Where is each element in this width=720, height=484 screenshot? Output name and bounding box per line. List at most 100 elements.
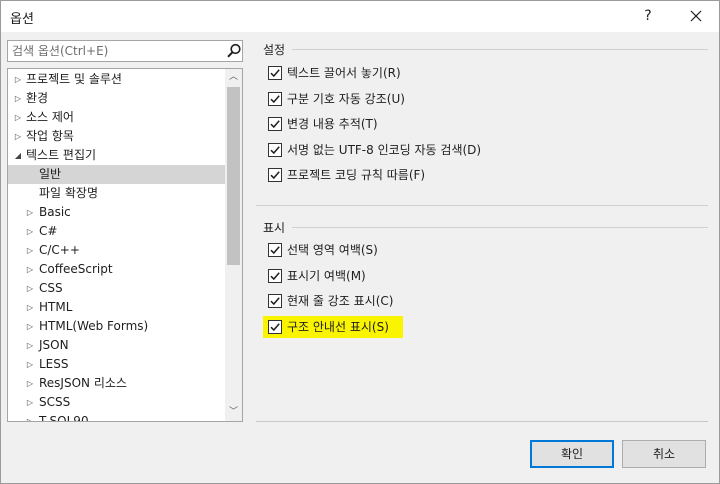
checkmark-icon: [270, 271, 280, 280]
checkmark-icon: [270, 322, 280, 331]
checkbox[interactable]: [268, 243, 282, 257]
tree-item[interactable]: ▷ CSS: [8, 279, 225, 298]
tree-item[interactable]: ▷ 환경: [8, 89, 225, 108]
tree-item-label: 파일 확장명: [39, 186, 99, 200]
collapsed-arrow-icon[interactable]: ▷: [13, 127, 23, 146]
tree-item[interactable]: ▷ C/C++: [8, 241, 225, 260]
collapsed-arrow-icon[interactable]: ▷: [25, 355, 35, 374]
checkmark-icon: [270, 120, 280, 129]
tree-item[interactable]: ▷ LESS: [8, 355, 225, 374]
checkbox[interactable]: [268, 168, 282, 182]
checkmark-icon: [270, 246, 280, 255]
tree-item[interactable]: ▷ JSON: [8, 336, 225, 355]
option-label: 프로젝트 코딩 규칙 따름(F): [287, 168, 426, 182]
settings-group-title: 설정: [263, 43, 286, 57]
tree-item-label: HTML: [39, 300, 73, 314]
tree-item-label: T-SQL90: [39, 414, 89, 422]
tree-item[interactable]: 파일 확장명: [8, 184, 225, 203]
title-bar: 옵션 ?: [0, 0, 720, 32]
tree-item[interactable]: ▷ SCSS: [8, 393, 225, 412]
collapsed-arrow-icon[interactable]: ▷: [25, 222, 35, 241]
checkbox[interactable]: [268, 294, 282, 308]
checkbox[interactable]: [268, 319, 282, 334]
tree-scrollbar[interactable]: ︿ ﹀: [225, 69, 242, 421]
close-icon[interactable]: [686, 6, 706, 26]
collapsed-arrow-icon[interactable]: ▷: [25, 241, 35, 260]
search-icon[interactable]: [226, 43, 242, 59]
tree-item-label: CSS: [39, 281, 63, 295]
checkbox[interactable]: [268, 117, 282, 131]
tree-item[interactable]: ▷ 프로젝트 및 솔루션: [8, 70, 225, 89]
collapsed-arrow-icon[interactable]: ▷: [13, 70, 23, 89]
checkmark-icon: [270, 171, 280, 180]
tree-item[interactable]: ▷ 작업 항목: [8, 127, 225, 146]
panel-bottom-line: [256, 421, 708, 422]
tree-item[interactable]: ▷ 소스 제어: [8, 108, 225, 127]
scroll-up-icon[interactable]: ︿: [225, 69, 242, 86]
checkmark-icon: [270, 145, 280, 154]
options-tree[interactable]: ▷ 프로젝트 및 솔루션 ▷ 환경 ▷ 소스 제어 ▷ 작업 항목 ◢ 텍스트 편집기 일반 파일 확…: [7, 68, 243, 422]
settings-group-bottom-line: [256, 205, 708, 206]
tree-item[interactable]: ▷ ResJSON 리소스: [8, 374, 225, 393]
tree-item[interactable]: ▷ C#: [8, 222, 225, 241]
option-label: 표시기 여백(M): [287, 268, 366, 283]
checkbox[interactable]: [268, 91, 282, 106]
ok-button[interactable]: 확인: [530, 440, 614, 468]
collapsed-arrow-icon[interactable]: ▷: [13, 89, 23, 108]
tree-item-label: CoffeeScript: [39, 262, 113, 276]
tree-item[interactable]: 일반: [8, 165, 225, 184]
checkmark-icon: [270, 69, 280, 78]
scroll-down-icon[interactable]: ﹀: [225, 404, 242, 421]
collapsed-arrow-icon[interactable]: ▷: [25, 317, 35, 336]
checkbox[interactable]: [268, 142, 282, 157]
tree-item-label: 프로젝트 및 솔루션: [26, 72, 122, 86]
scrollbar-thumb[interactable]: [227, 87, 240, 265]
settings-divider: [292, 49, 708, 50]
checkmark-icon: [270, 297, 280, 306]
collapsed-arrow-icon[interactable]: ▷: [25, 279, 35, 298]
option-label: 구분 기호 자동 강조(U): [287, 91, 405, 106]
collapsed-arrow-icon[interactable]: ▷: [25, 374, 35, 393]
tree-item-label: Basic: [39, 205, 71, 219]
checkbox[interactable]: [268, 66, 282, 80]
tree-item[interactable]: ▷ Basic: [8, 203, 225, 222]
tree-item[interactable]: ▷ HTML(Web Forms): [8, 317, 225, 336]
tree-item-label: C/C++: [39, 243, 80, 257]
tree-item-label: 소스 제어: [26, 110, 74, 124]
checkmark-icon: [270, 94, 280, 103]
tree-item-label: LESS: [39, 357, 69, 371]
option-label: 선택 영역 여백(S): [287, 243, 378, 257]
tree-item-label: 일반: [39, 167, 62, 181]
tree-item[interactable]: ▷ T-SQL90: [8, 412, 225, 422]
tree-item-label: JSON: [39, 338, 69, 352]
tree-item[interactable]: ▷ CoffeeScript: [8, 260, 225, 279]
tree-item-label: 작업 항목: [26, 129, 74, 143]
collapsed-arrow-icon[interactable]: ▷: [25, 298, 35, 317]
tree-item-label: 환경: [26, 91, 49, 105]
collapsed-arrow-icon[interactable]: ▷: [25, 393, 35, 412]
display-group-title: 표시: [263, 221, 286, 235]
cancel-button[interactable]: 취소: [622, 440, 706, 468]
tree-item-label: C#: [39, 224, 58, 238]
option-label: 텍스트 끌어서 놓기(R): [287, 66, 401, 80]
search-input[interactable]: [8, 41, 216, 61]
tree-item-label: 텍스트 편집기: [26, 148, 97, 162]
option-label: 서명 없는 UTF-8 인코딩 자동 검색(D): [287, 142, 482, 157]
window-title: 옵션: [10, 12, 34, 27]
collapsed-arrow-icon[interactable]: ▷: [25, 336, 35, 355]
help-button[interactable]: ?: [640, 7, 656, 25]
tree-item[interactable]: ◢ 텍스트 편집기: [8, 146, 225, 165]
collapsed-arrow-icon[interactable]: ▷: [13, 108, 23, 127]
collapsed-arrow-icon[interactable]: ▷: [25, 203, 35, 222]
option-label: 변경 내용 추적(T): [287, 117, 378, 131]
expanded-arrow-icon[interactable]: ◢: [13, 146, 23, 165]
collapsed-arrow-icon[interactable]: ▷: [25, 260, 35, 279]
tree-item[interactable]: ▷ HTML: [8, 298, 225, 317]
checkbox[interactable]: [268, 268, 282, 283]
search-box: [7, 40, 243, 62]
collapsed-arrow-icon[interactable]: ▷: [25, 412, 35, 421]
tree-item-label: HTML(Web Forms): [39, 319, 149, 333]
option-label: 구조 안내선 표시(S): [287, 319, 389, 334]
tree-items: ▷ 프로젝트 및 솔루션 ▷ 환경 ▷ 소스 제어 ▷ 작업 항목 ◢ 텍스트 편집기 일반 파일 확…: [8, 70, 225, 422]
tree-item-label: ResJSON 리소스: [39, 376, 127, 390]
